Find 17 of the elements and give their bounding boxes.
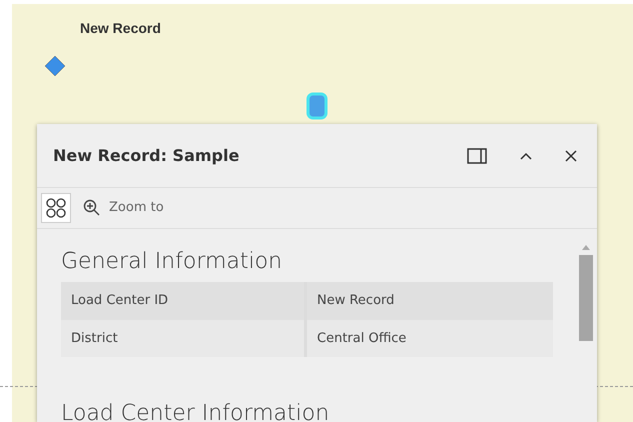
zoom-in-icon xyxy=(83,199,101,217)
panel-icon xyxy=(467,148,487,164)
close-icon xyxy=(565,150,577,162)
section-heading: Load Center Information xyxy=(61,400,330,422)
field-name-cell: Load Center ID xyxy=(61,282,307,320)
map-label: New Record xyxy=(80,19,161,38)
zoom-to-button[interactable]: Zoom to xyxy=(79,196,168,220)
caret-icon xyxy=(519,150,533,160)
field-value-cell: New Record xyxy=(307,282,553,320)
diamond-marker-icon[interactable] xyxy=(45,55,67,77)
circles-icon xyxy=(45,197,67,219)
field-value-cell: Central Office xyxy=(307,320,553,357)
options-button[interactable] xyxy=(41,193,71,223)
map-marker-icon[interactable] xyxy=(306,92,328,122)
field-name-cell: District xyxy=(61,320,307,357)
section-heading: General Information xyxy=(61,248,284,276)
popup-title: New Record: Sample xyxy=(53,144,240,166)
